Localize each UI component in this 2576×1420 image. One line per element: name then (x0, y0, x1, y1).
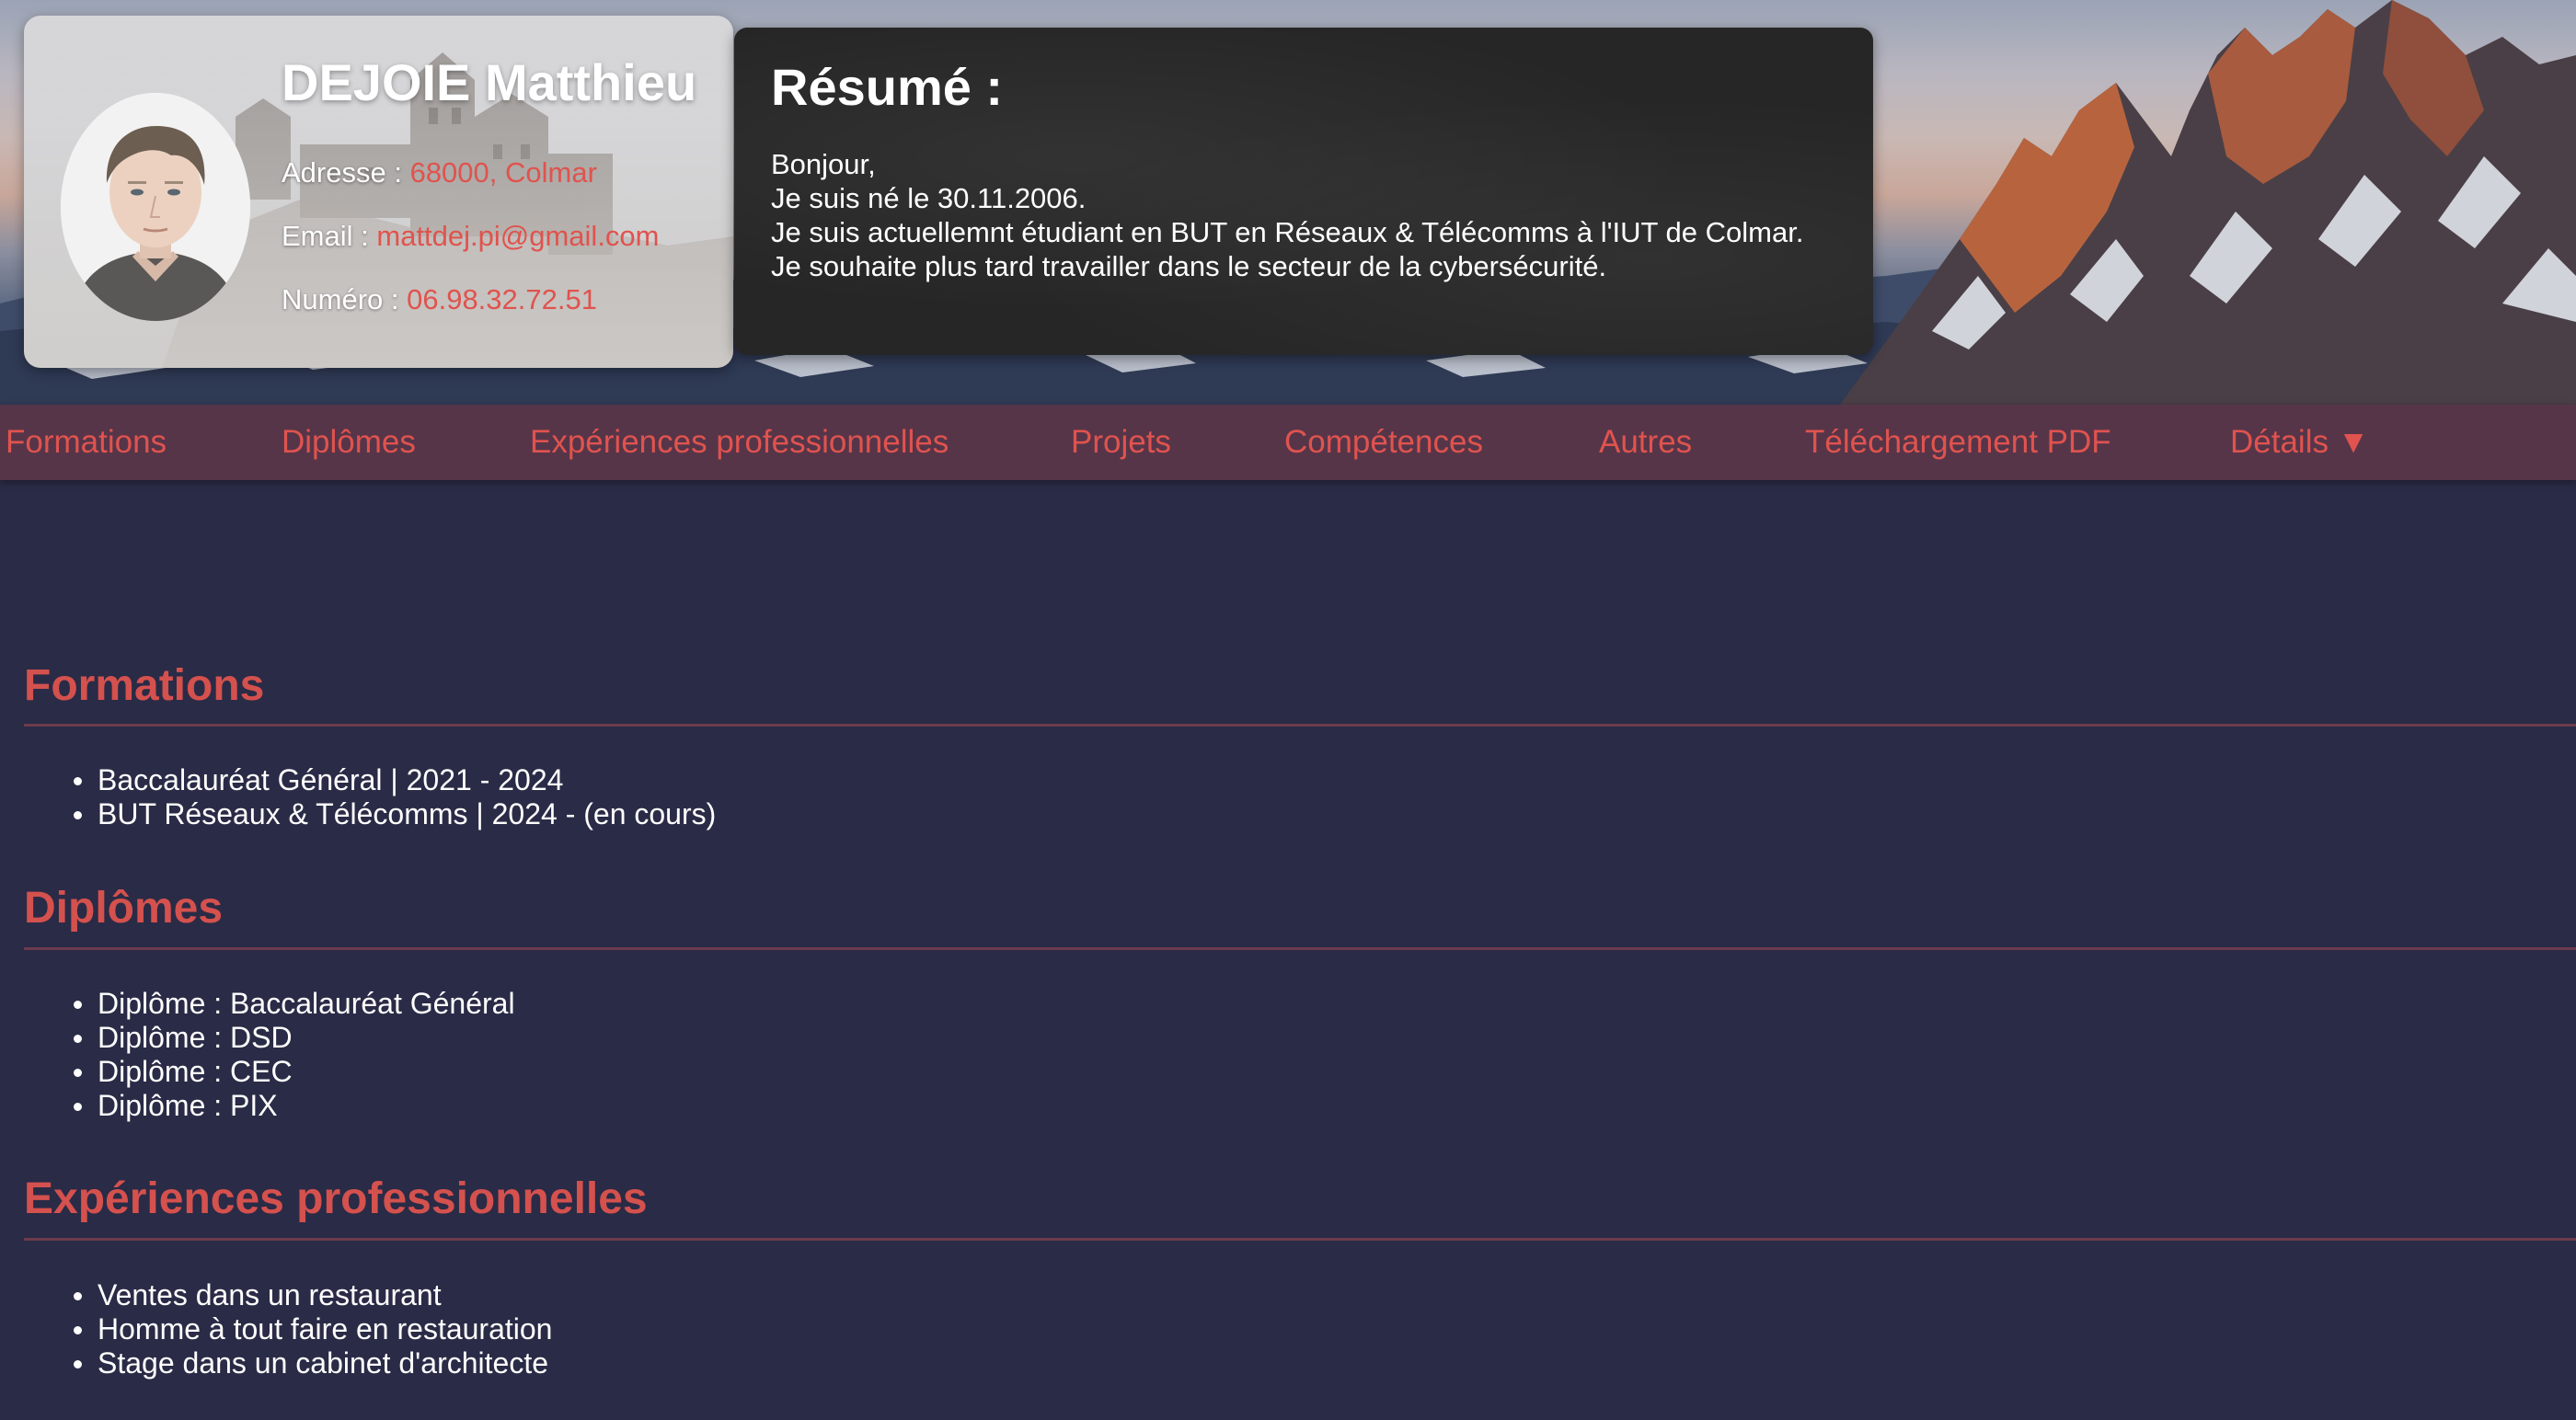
list-item: Baccalauréat Général | 2021 - 2024 (73, 763, 716, 797)
resume-line: Je souhaite plus tard travailler dans le… (771, 249, 1607, 282)
resume-line: Je suis actuellemnt étudiant en BUT en R… (771, 215, 1804, 248)
nav-item-formations[interactable]: Formations (6, 405, 167, 480)
email-link[interactable]: mattdej.pi@gmail.com (376, 220, 659, 252)
section-title-experiences: Expériences professionnelles (24, 1174, 648, 1223)
section-divider (24, 724, 2576, 727)
list-item: Stage dans un cabinet d'architecte (73, 1346, 552, 1380)
avatar (61, 93, 250, 321)
header-banner: DEJOIE Matthieu Adresse : 68000, Colmar … (0, 0, 2576, 405)
address-line: Adresse : 68000, Colmar (282, 156, 597, 189)
phone-label: Numéro : (282, 283, 399, 315)
diplomes-list: Diplôme : Baccalauréat Général Diplôme :… (74, 987, 515, 1123)
nav-item-projets[interactable]: Projets (1071, 405, 1171, 480)
section-title-formations: Formations (24, 661, 265, 710)
resume-line: Je suis né le 30.11.2006. (771, 181, 1087, 214)
list-item: Diplôme : CEC (74, 1055, 515, 1089)
address-value: 68000, Colmar (409, 156, 597, 189)
email-line: Email : mattdej.pi@gmail.com (282, 220, 660, 253)
address-label: Adresse : (282, 156, 402, 189)
list-item: Ventes dans un restaurant (73, 1278, 552, 1312)
resume-title: Résumé : (771, 58, 1004, 116)
resume-line: Bonjour, (771, 147, 876, 180)
experiences-list: Ventes dans un restaurant Homme à tout f… (73, 1278, 553, 1380)
phone-value: 06.98.32.72.51 (407, 283, 597, 315)
profile-card: DEJOIE Matthieu Adresse : 68000, Colmar … (24, 16, 733, 368)
list-item: BUT Réseaux & Télécomms | 2024 - (en cou… (73, 797, 717, 830)
email-label: Email : (282, 220, 369, 252)
list-item: Diplôme : PIX (74, 1089, 515, 1123)
section-title-diplomes: Diplômes (24, 884, 224, 933)
person-portrait-icon (61, 93, 250, 321)
nav-item-pdf-download[interactable]: Téléchargement PDF (1805, 405, 2111, 480)
main-nav: Formations Diplômes Expériences professi… (0, 405, 2576, 480)
nav-item-diplomes[interactable]: Diplômes (282, 405, 416, 480)
list-item: Homme à tout faire en restauration (73, 1312, 553, 1346)
resume-card: Résumé : Bonjour, Je suis né le 30.11.20… (734, 28, 1873, 355)
phone-line: Numéro : 06.98.32.72.51 (282, 283, 597, 316)
profile-name: DEJOIE Matthieu (282, 53, 697, 111)
nav-item-autres[interactable]: Autres (1599, 405, 1692, 480)
nav-item-experiences[interactable]: Expériences professionnelles (530, 405, 949, 480)
list-item: Diplôme : Baccalauréat Général (74, 987, 515, 1020)
list-item: Diplôme : DSD (74, 1021, 515, 1055)
section-divider (24, 1238, 2576, 1241)
section-divider (24, 947, 2576, 950)
nav-item-competences[interactable]: Compétences (1284, 405, 1483, 480)
nav-item-details-dropdown[interactable]: Détails ▼ (2230, 405, 2369, 480)
formations-list: Baccalauréat Général | 2021 - 2024 BUT R… (73, 763, 717, 831)
